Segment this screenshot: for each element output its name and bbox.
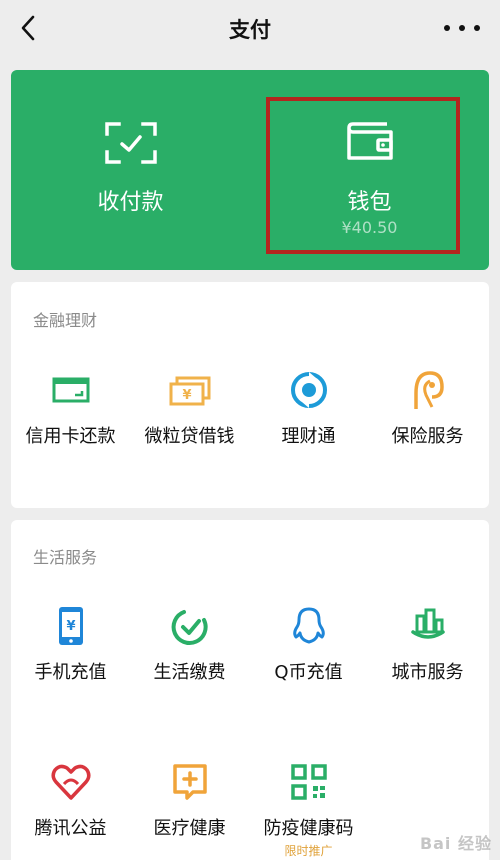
grid-item-label: 生活缴费 — [153, 662, 226, 683]
grid-item-insurance[interactable]: 保险服务 — [368, 368, 487, 448]
grid-item-label: 理财通 — [281, 426, 336, 447]
health-code-icon — [290, 764, 327, 800]
more-button[interactable] — [444, 14, 480, 42]
dot-icon — [444, 25, 450, 31]
dot-icon — [459, 25, 465, 31]
grid-item-loan[interactable]: ¥ 微粒贷借钱 — [130, 368, 249, 448]
highlight-box — [266, 97, 460, 254]
utility-bill-icon — [171, 610, 208, 645]
svg-text:¥: ¥ — [182, 388, 191, 403]
grid-item-health-code[interactable]: 防疫健康码 限时推广 — [249, 760, 368, 859]
grid-item-phone-topup[interactable]: ¥ 手机充值 — [11, 604, 130, 684]
grid-item-credit-card[interactable]: 信用卡还款 — [11, 368, 130, 448]
life-services-section: 生活服务 ¥ 手机充值 生活缴费 Q币充值 城市服务 腾讯公益 医疗健康 防疫健… — [11, 520, 489, 860]
grid-item-label: 手机充值 — [34, 662, 107, 683]
finance-section: 金融理财 信用卡还款 ¥ 微粒贷借钱 理财通 保险服务 — [11, 282, 489, 508]
grid-item-wealth[interactable]: 理财通 — [249, 368, 368, 448]
section-heading: 金融理财 — [33, 311, 98, 330]
watermark: Bai 经验 — [419, 834, 492, 853]
grid-item-label: 微粒贷借钱 — [144, 426, 235, 447]
grid-item-label: 城市服务 — [391, 662, 464, 683]
credit-card-icon — [52, 377, 89, 403]
grid-item-label: 腾讯公益 — [34, 818, 107, 839]
grid-item-city[interactable]: 城市服务 — [368, 604, 487, 684]
promo-badge: 限时推广 — [284, 844, 333, 858]
nav-bar: 支付 — [0, 0, 500, 58]
grid-item-medical[interactable]: 医疗健康 — [130, 760, 249, 840]
loan-icon: ¥ — [169, 376, 210, 406]
page-title: 支付 — [229, 18, 271, 42]
svg-text:¥: ¥ — [66, 619, 75, 634]
grid-item-label: 保险服务 — [391, 426, 464, 447]
grid-item-utility[interactable]: 生活缴费 — [130, 604, 249, 684]
wealth-icon — [290, 372, 327, 408]
insurance-icon — [413, 371, 444, 409]
phone-topup-icon: ¥ — [58, 607, 83, 645]
qcoin-icon — [292, 607, 325, 644]
medical-icon — [172, 764, 207, 800]
grid-item-label: 信用卡还款 — [25, 426, 116, 447]
section-heading: 生活服务 — [33, 548, 98, 567]
receive-pay-button[interactable]: 收付款 — [11, 70, 250, 270]
grid-item-label: 医疗健康 — [153, 818, 226, 839]
grid-item-label: Q币充值 — [274, 662, 343, 683]
grid-item-charity[interactable]: 腾讯公益 — [11, 760, 130, 840]
grid-item-qcoin[interactable]: Q币充值 — [249, 604, 368, 684]
receive-pay-label: 收付款 — [97, 190, 164, 215]
charity-icon — [51, 764, 90, 800]
city-service-icon — [410, 608, 445, 639]
scan-icon — [104, 122, 157, 164]
dot-icon — [474, 25, 480, 31]
grid-item-label: 防疫健康码 — [263, 818, 354, 839]
